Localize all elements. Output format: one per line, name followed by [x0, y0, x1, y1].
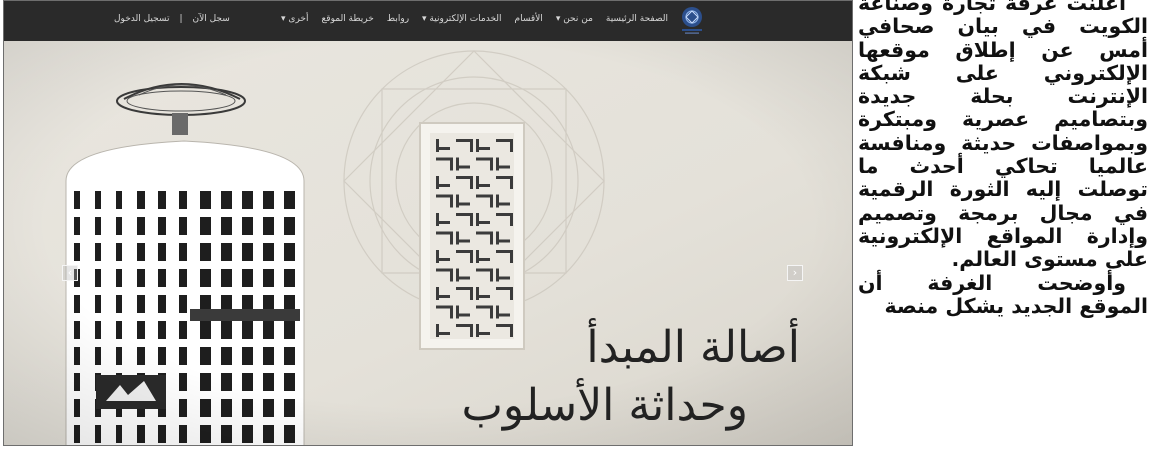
nav-item-eservices[interactable]: الخدمات الإلكترونية ▾ [422, 14, 501, 24]
slogan-line-1: أصالة المبدأ [586, 322, 800, 373]
site-navbar: الصفحة الرئيسية من نحن ▾ الأقسام الخدمات… [4, 1, 852, 41]
chamber-logo-icon[interactable] [676, 4, 708, 36]
article-paragraph-1: أعلنت غرفة تجارة وصناعة الكويت في بيان ص… [858, 0, 1148, 272]
news-article-text: أعلنت غرفة تجارة وصناعة الكويت في بيان ص… [858, 0, 1148, 450]
slogan-line-2: وحداثة الأسلوب [461, 380, 749, 431]
hero-slogan: أصالة المبدأ وحداثة الأسلوب [380, 319, 801, 435]
nav-item-sitemap[interactable]: خريطة الموقع [322, 14, 374, 24]
website-screenshot: الصفحة الرئيسية من نحن ▾ الأقسام الخدمات… [3, 0, 853, 446]
nav-item-other[interactable]: أخرى ▾ [281, 14, 308, 24]
nav-item-about[interactable]: من نحن ▾ [556, 14, 593, 24]
register-link[interactable]: سجل الآن [193, 14, 230, 24]
nav-separator: | [179, 14, 183, 24]
nav-item-departments[interactable]: الأقسام [515, 14, 543, 24]
slider-prev-arrow[interactable]: ‹ [62, 265, 78, 281]
login-link[interactable]: تسجيل الدخول [114, 14, 169, 24]
article-paragraph-2: وأوضحت الغرفة أن الموقع الجديد يشكل منصة [858, 270, 1148, 318]
nav-item-links[interactable]: روابط [387, 14, 409, 24]
user-links: سجل الآن | تسجيل الدخول [114, 14, 230, 24]
nav-item-home[interactable]: الصفحة الرئيسية [606, 14, 668, 24]
slider-next-arrow[interactable]: › [787, 265, 803, 281]
main-menu: الصفحة الرئيسية من نحن ▾ الأقسام الخدمات… [281, 14, 668, 24]
